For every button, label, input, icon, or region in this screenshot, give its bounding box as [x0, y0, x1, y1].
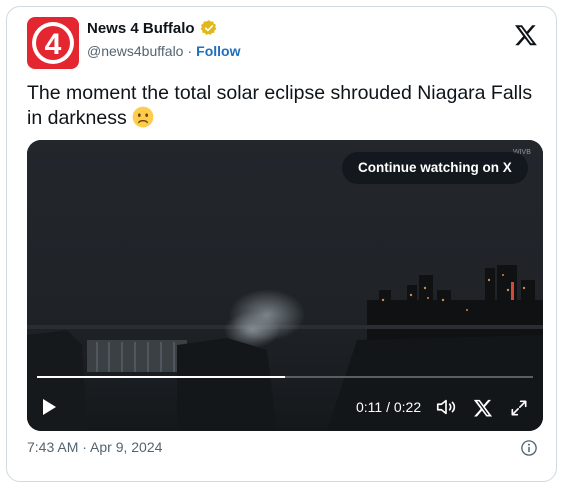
author-name[interactable]: News 4 Buffalo	[87, 20, 195, 37]
x-logo-icon[interactable]	[473, 398, 493, 418]
x-logo-icon[interactable]	[514, 23, 538, 47]
avatar[interactable]: 4	[27, 17, 79, 69]
timestamp[interactable]: 7:43 AM · Apr 9, 2024	[27, 439, 162, 455]
progress-bar[interactable]	[37, 376, 533, 378]
volume-icon[interactable]	[435, 396, 457, 418]
worried-face-emoji	[132, 106, 154, 128]
verified-badge-icon	[200, 20, 216, 35]
continue-watching-button[interactable]: Continue watching on X	[342, 152, 528, 184]
author-block: News 4 Buffalo @news4buffalo · Follow	[87, 19, 240, 60]
author-handle[interactable]: @news4buffalo	[87, 43, 183, 59]
info-icon[interactable]	[520, 439, 538, 457]
post-text-block: The moment the total solar eclipse shrou…	[27, 81, 547, 131]
play-icon[interactable]	[39, 397, 59, 417]
svg-text:4: 4	[45, 28, 62, 61]
video-player[interactable]: WIVB Continue watching on X 0:11 / 0:22	[27, 140, 543, 431]
progress-fill	[37, 376, 285, 378]
post-card: 4 News 4 Buffalo @news4buffalo · Follow …	[6, 6, 557, 482]
fullscreen-icon[interactable]	[509, 398, 529, 418]
post-text: The moment the total solar eclipse shrou…	[27, 82, 533, 129]
separator: ·	[187, 43, 193, 59]
follow-button[interactable]: Follow	[196, 43, 240, 59]
time-display: 0:11 / 0:22	[356, 399, 422, 415]
